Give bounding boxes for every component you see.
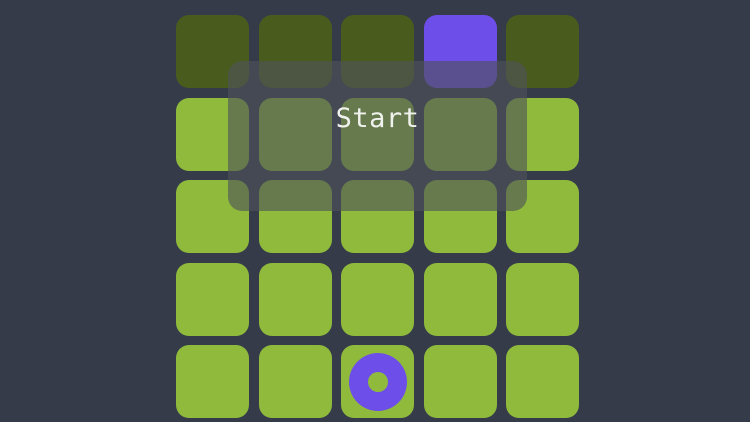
game-board: Start — [0, 0, 750, 422]
target-ring-icon — [348, 352, 407, 411]
grid-tile[interactable] — [258, 345, 332, 418]
grid-tile[interactable] — [341, 262, 414, 336]
grid-tile[interactable] — [176, 345, 249, 418]
grid-tile-target[interactable] — [341, 345, 414, 418]
grid-tile[interactable] — [506, 262, 579, 336]
start-overlay[interactable]: Start — [228, 61, 527, 211]
grid-tile[interactable] — [506, 345, 579, 418]
grid-tile[interactable] — [176, 262, 249, 336]
grid-tile[interactable] — [423, 345, 497, 418]
grid-tile[interactable] — [258, 262, 332, 336]
target-dot — [367, 371, 388, 392]
grid-tile[interactable] — [423, 262, 497, 336]
start-button-label: Start — [335, 103, 420, 134]
